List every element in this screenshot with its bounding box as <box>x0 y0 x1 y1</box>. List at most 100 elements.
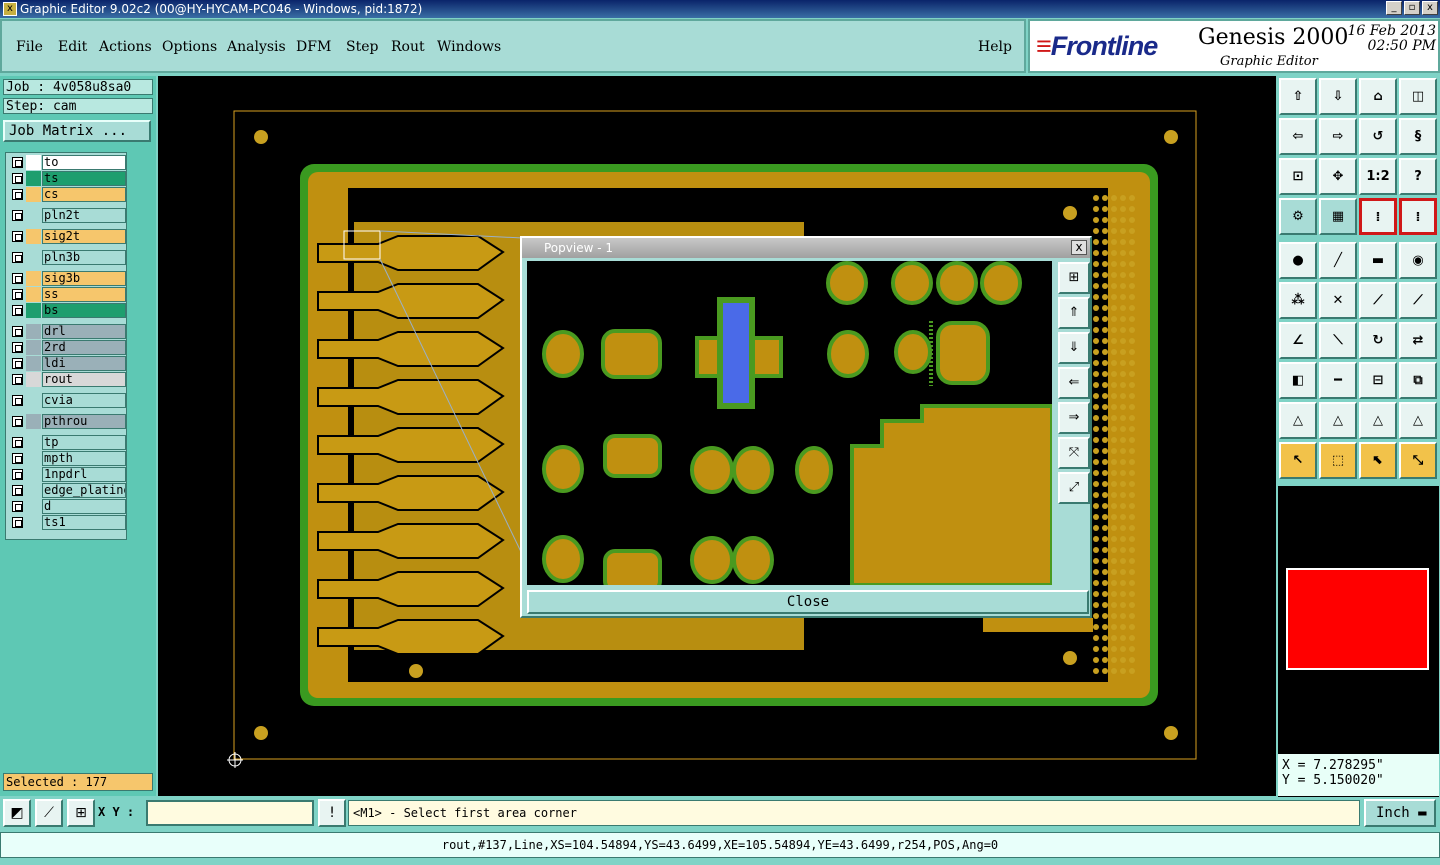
triangle-c-icon[interactable]: △ <box>1359 402 1397 439</box>
home-icon[interactable]: ⌂ <box>1359 78 1397 115</box>
select-box-icon[interactable]: ⬚ <box>1319 442 1357 479</box>
layer-name[interactable]: pln3b <box>42 250 126 265</box>
layer-row[interactable]: to <box>8 155 126 170</box>
add-pad-icon[interactable]: ● <box>1279 242 1317 279</box>
zoom-fit-icon[interactable]: ⊡ <box>1279 158 1317 195</box>
triangle-icon[interactable]: △ <box>1279 402 1317 439</box>
connect-icon[interactable]: ⟋ <box>1359 282 1397 319</box>
popview-tool-pan-down[interactable]: ⇓ <box>1058 332 1090 364</box>
layer-name[interactable]: cs <box>42 187 126 202</box>
popview-tool-zoom-out[interactable]: ⤢ <box>1058 472 1090 504</box>
layer-name[interactable]: 1npdrl <box>42 467 126 482</box>
snap-center-icon[interactable]: ⁞ <box>1399 198 1437 235</box>
popview-tool-zoom[interactable]: ⊞ <box>1058 262 1090 294</box>
layer-row[interactable]: 2rd <box>8 340 126 355</box>
settings-icon[interactable]: ⚙ <box>1279 198 1317 235</box>
layer-checkbox[interactable] <box>12 416 23 427</box>
triangle-d-icon[interactable]: △ <box>1399 402 1437 439</box>
zoom-center-icon[interactable]: ✥ <box>1319 158 1357 195</box>
layer-row[interactable]: pln2t <box>8 208 126 223</box>
alert-icon[interactable]: ! <box>318 799 346 827</box>
layer-name[interactable]: d <box>42 499 126 514</box>
xy-input[interactable] <box>146 800 314 826</box>
redraw-icon[interactable]: § <box>1399 118 1437 155</box>
copy-icon[interactable]: ⧉ <box>1399 362 1437 399</box>
help-icon[interactable]: ? <box>1399 158 1437 195</box>
layer-checkbox[interactable] <box>12 173 23 184</box>
layer-name[interactable]: drl <box>42 324 126 339</box>
layer-checkbox[interactable] <box>12 395 23 406</box>
layer-checkbox[interactable] <box>12 189 23 200</box>
layer-row[interactable]: pln3b <box>8 250 126 265</box>
layer-row[interactable]: edge_plating <box>8 483 126 498</box>
connect-red-icon[interactable]: ⟋ <box>1399 282 1437 319</box>
layer-row[interactable]: ts <box>8 171 126 186</box>
layer-row[interactable]: cvia <box>8 393 126 408</box>
layer-checkbox[interactable] <box>12 358 23 369</box>
menu-help[interactable]: Help <box>978 39 1012 55</box>
layer-name[interactable]: sig3b <box>42 271 126 286</box>
measure-icon[interactable]: ⊟ <box>1359 362 1397 399</box>
popview-canvas[interactable] <box>527 261 1052 585</box>
layer-checkbox[interactable] <box>12 437 23 448</box>
maximize-button[interactable]: ▫ <box>1404 1 1420 15</box>
layer-name[interactable]: sig2t <box>42 229 126 244</box>
menu-file[interactable]: File <box>16 39 43 55</box>
surface-icon[interactable]: ◉ <box>1399 242 1437 279</box>
menu-options[interactable]: Options <box>162 39 217 55</box>
snap-icon[interactable]: ⁞ <box>1359 198 1397 235</box>
layer-row[interactable]: sig3b <box>8 271 126 286</box>
minimize-button[interactable]: _ <box>1386 1 1402 15</box>
menu-dfm[interactable]: DFM <box>296 39 331 55</box>
layer-checkbox[interactable] <box>12 453 23 464</box>
layer-checkbox[interactable] <box>12 517 23 528</box>
step-down-icon[interactable]: ⇩ <box>1319 78 1357 115</box>
grid-mode-icon[interactable]: ⊞ <box>67 799 95 827</box>
layer-row[interactable]: ss <box>8 287 126 302</box>
layer-name[interactable]: bs <box>42 303 126 318</box>
break-icon[interactable]: ━ <box>1319 362 1357 399</box>
layer-name[interactable]: pln2t <box>42 208 126 223</box>
layer-row[interactable]: ldi <box>8 356 126 371</box>
layer-row[interactable]: cs <box>8 187 126 202</box>
layer-row[interactable]: d <box>8 499 126 514</box>
layer-name[interactable]: ss <box>42 287 126 302</box>
layer-checkbox[interactable] <box>12 342 23 353</box>
menu-step[interactable]: Step <box>346 39 378 55</box>
layer-name[interactable]: tp <box>42 435 126 450</box>
grid-icon[interactable]: ▦ <box>1319 198 1357 235</box>
layer-row[interactable]: mpth <box>8 451 126 466</box>
mode-icon[interactable]: ◩ <box>3 799 31 827</box>
units-select[interactable]: Inch ▬ <box>1364 799 1436 827</box>
snap-mode-icon[interactable]: ⟋ <box>35 799 63 827</box>
move-icon[interactable]: ◧ <box>1279 362 1317 399</box>
pointer-icon[interactable]: ↖ <box>1279 442 1317 479</box>
layer-checkbox[interactable] <box>12 485 23 496</box>
add-line-icon[interactable]: ╱ <box>1319 242 1357 279</box>
layer-row[interactable]: ts1 <box>8 515 126 530</box>
triangle-b-icon[interactable]: △ <box>1319 402 1357 439</box>
ruler-icon[interactable]: ▬ <box>1359 242 1397 279</box>
layer-checkbox[interactable] <box>12 252 23 263</box>
layer-checkbox[interactable] <box>12 157 23 168</box>
angle-icon[interactable]: ∠ <box>1279 322 1317 359</box>
menu-actions[interactable]: Actions <box>99 39 152 55</box>
menu-analysis[interactable]: Analysis <box>227 39 286 55</box>
layer-name[interactable]: ts <box>42 171 126 186</box>
layer-checkbox[interactable] <box>12 210 23 221</box>
layer-name[interactable]: mpth <box>42 451 126 466</box>
layer-row[interactable]: tp <box>8 435 126 450</box>
layer-row[interactable]: bs <box>8 303 126 318</box>
layer-name[interactable]: pthrou <box>42 414 126 429</box>
layer-name[interactable]: ts1 <box>42 515 126 530</box>
select-pointer-icon[interactable]: ⬉ <box>1359 442 1397 479</box>
popview-tool-pan-right[interactable]: ⇒ <box>1058 402 1090 434</box>
layer-checkbox[interactable] <box>12 305 23 316</box>
layer-name[interactable]: edge_plating <box>42 483 126 498</box>
layer-row[interactable]: sig2t <box>8 229 126 244</box>
layer-checkbox[interactable] <box>12 231 23 242</box>
layer-row[interactable]: pthrou <box>8 414 126 429</box>
popview-tool-fit[interactable]: ⤧ <box>1058 437 1090 469</box>
layer-checkbox[interactable] <box>12 326 23 337</box>
menu-windows[interactable]: Windows <box>437 39 501 55</box>
